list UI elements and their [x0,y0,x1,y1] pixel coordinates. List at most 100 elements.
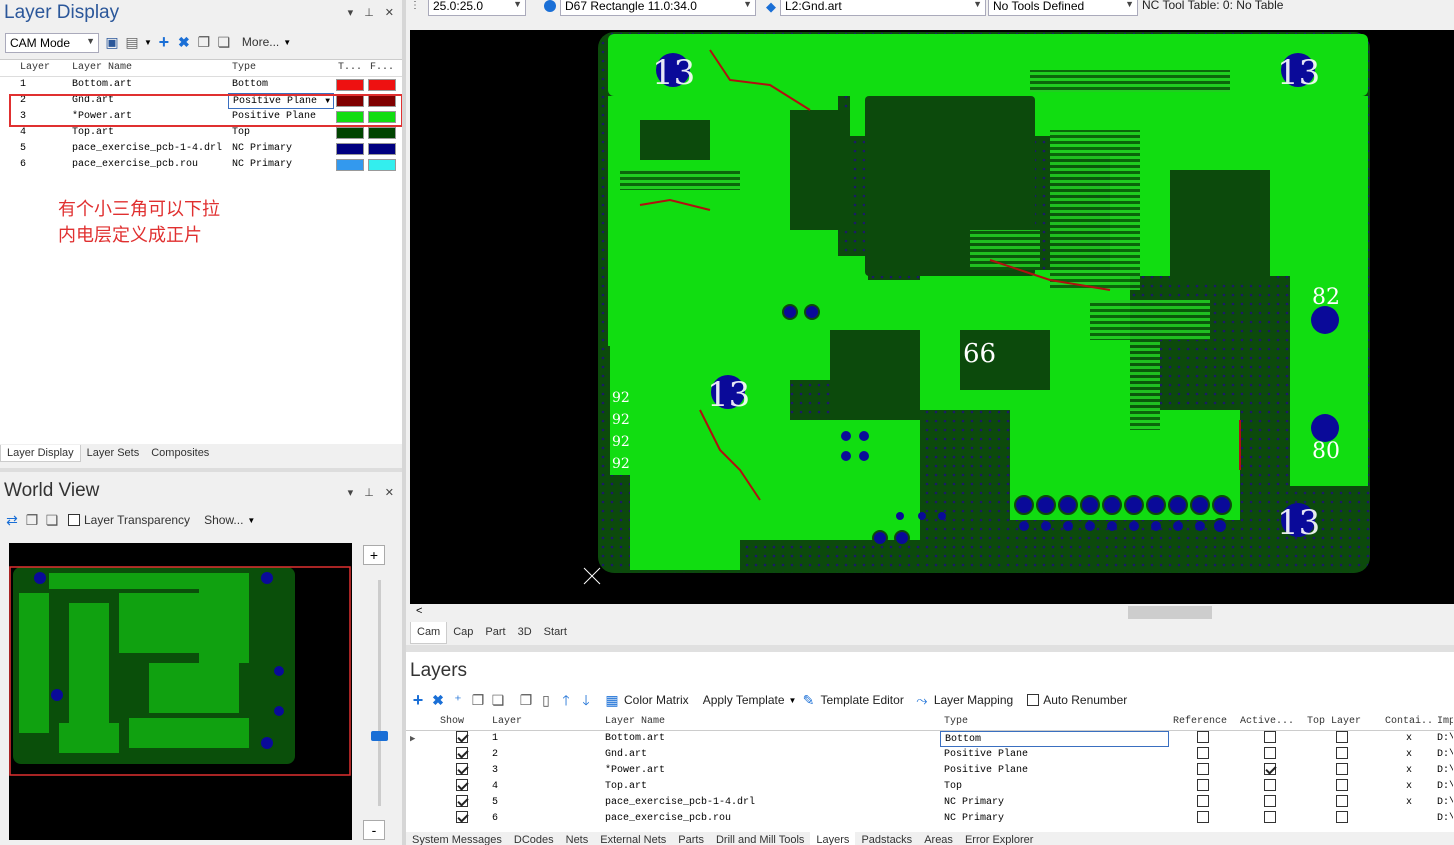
pin-icon[interactable]: ⊥ [364,6,374,19]
table-row[interactable]: 1 Bottom.art Bottom [0,77,402,93]
scroll-left-icon[interactable]: < [416,605,422,617]
zoom-in-button[interactable]: + [363,545,385,565]
table-row[interactable]: 3 *Power.art Positive Plane x D:\ [406,763,1454,779]
horizontal-splitter[interactable] [406,645,1454,652]
tab-dcodes[interactable]: DCodes [508,832,560,845]
type-cell[interactable]: Bottom [940,731,1169,747]
dropdown-icon[interactable]: ▾ [348,6,354,19]
show-checkbox[interactable] [456,811,468,823]
chevron-down-icon[interactable]: ▼ [144,38,152,47]
pcb-canvas[interactable]: 13 13 82 66 13 80 13 92 92 92 92 [410,30,1454,604]
tab-3d[interactable]: 3D [512,622,538,644]
tab-padstacks[interactable]: Padstacks [855,832,918,845]
add-icon[interactable]: + [156,33,172,51]
copy-icon[interactable]: ❐ [196,34,212,50]
dropdown-icon[interactable]: ▾ [348,486,354,499]
active-checkbox[interactable] [1263,747,1276,759]
add-icon[interactable]: + [410,691,426,709]
pin-icon[interactable]: ⊥ [364,486,374,499]
paste-icon[interactable]: ❏ [490,692,506,708]
color-swatch[interactable] [336,159,364,171]
color-swatch[interactable] [368,79,396,91]
grid-select[interactable]: 25.0:25.0 ▼ [428,0,526,16]
top-layer-checkbox[interactable] [1336,731,1348,743]
tools-select[interactable]: No Tools Defined ▼ [988,0,1138,16]
show-checkbox[interactable] [456,795,468,807]
zoom-slider-thumb[interactable] [371,731,388,741]
horizontal-scrollbar[interactable]: < [410,604,1454,621]
close-icon[interactable]: ✕ [385,6,394,19]
reference-checkbox[interactable] [1196,779,1209,791]
active-checkbox[interactable] [1263,795,1276,807]
table-row[interactable]: ▶ 1 Bottom.art Bottom x D:\ [406,731,1454,747]
color-swatch[interactable] [336,79,364,91]
tab-layer-display[interactable]: Layer Display [0,445,81,462]
chevron-down-icon[interactable]: ▼ [283,38,291,47]
apply-template-button[interactable]: Apply Template [703,693,785,707]
color-swatch[interactable] [368,159,396,171]
tab-cap[interactable]: Cap [447,622,479,644]
table-row[interactable]: 2 Gnd.art Positive Plane x D:\ [406,747,1454,763]
save-icon[interactable]: ▣ [104,34,120,50]
layer-select[interactable]: L2:Gnd.art ▼ [780,0,986,16]
reference-checkbox[interactable] [1196,747,1209,759]
duplicate-icon[interactable]: ❐ [518,692,534,708]
tab-cam[interactable]: Cam [410,622,448,644]
reference-checkbox[interactable] [1196,731,1209,743]
tab-composites[interactable]: Composites [145,445,215,462]
show-checkbox[interactable] [456,731,468,743]
dcode-select[interactable]: D67 Rectangle 11.0:34.0 ▼ [560,0,756,16]
reference-checkbox[interactable] [1196,763,1209,775]
splitter[interactable] [0,468,402,472]
tab-external-nets[interactable]: External Nets [594,832,672,845]
tab-nets[interactable]: Nets [560,832,595,845]
table-row[interactable]: 4 Top.art Top x D:\ [406,779,1454,795]
delete-icon[interactable]: ✖ [430,692,446,708]
active-checkbox[interactable] [1263,811,1276,823]
tab-areas[interactable]: Areas [918,832,959,845]
move-down-icon[interactable]: 🡓 [578,692,594,708]
auto-renumber-checkbox[interactable] [1027,694,1040,706]
world-view-canvas[interactable] [9,543,352,840]
layer-mapping-button[interactable]: Layer Mapping [934,693,1013,707]
chevron-down-icon[interactable]: ▼ [789,696,797,705]
top-layer-checkbox[interactable] [1336,811,1348,823]
top-layer-checkbox[interactable] [1336,795,1348,807]
active-checkbox[interactable] [1263,763,1276,775]
reference-checkbox[interactable] [1196,795,1209,807]
close-icon[interactable]: ✕ [385,486,394,499]
color-swatch[interactable] [368,127,396,139]
tab-layers[interactable]: Layers [810,832,856,845]
copy-icon[interactable]: ❐ [24,512,40,528]
move-up-icon[interactable]: 🡑 [558,692,574,708]
paste-icon[interactable]: ❏ [216,34,232,50]
color-matrix-button[interactable]: Color Matrix [624,693,689,707]
color-swatch[interactable] [368,143,396,155]
table-row[interactable]: 5 pace_exercise_pcb-1-4.drl NC Primary [0,141,402,157]
tab-system-messages[interactable]: System Messages [406,832,508,845]
show-checkbox[interactable] [456,779,468,791]
color-swatch[interactable] [336,143,364,155]
active-checkbox[interactable] [1263,779,1276,791]
tab-part[interactable]: Part [479,622,511,644]
top-layer-checkbox[interactable] [1336,763,1348,775]
zoom-slider-track[interactable] [378,580,381,806]
clipboard-icon[interactable]: ▯ [538,692,554,708]
table-row[interactable]: 4 Top.art Top [0,125,402,141]
layer-transparency-checkbox[interactable] [68,514,80,526]
tab-parts[interactable]: Parts [672,832,710,845]
scrollbar-thumb[interactable] [1128,606,1212,619]
active-checkbox[interactable] [1263,731,1276,743]
table-row[interactable]: 6 pace_exercise_pcb.rou NC Primary D:\ [406,811,1454,827]
row-expander-icon[interactable]: ▶ [406,731,436,747]
copy-icon[interactable]: ❐ [470,692,486,708]
chevron-down-icon[interactable]: ▼ [247,516,255,525]
cam-mode-select[interactable]: CAM Mode ▼ [5,33,99,53]
show-button[interactable]: Show... [204,513,243,527]
template-editor-button[interactable]: Template Editor [820,693,903,707]
zoom-out-button[interactable]: - [363,820,385,840]
refresh-icon[interactable]: ⇄ [4,512,20,528]
top-layer-checkbox[interactable] [1336,779,1348,791]
show-checkbox[interactable] [456,763,468,775]
delete-icon[interactable]: ✖ [176,34,192,50]
